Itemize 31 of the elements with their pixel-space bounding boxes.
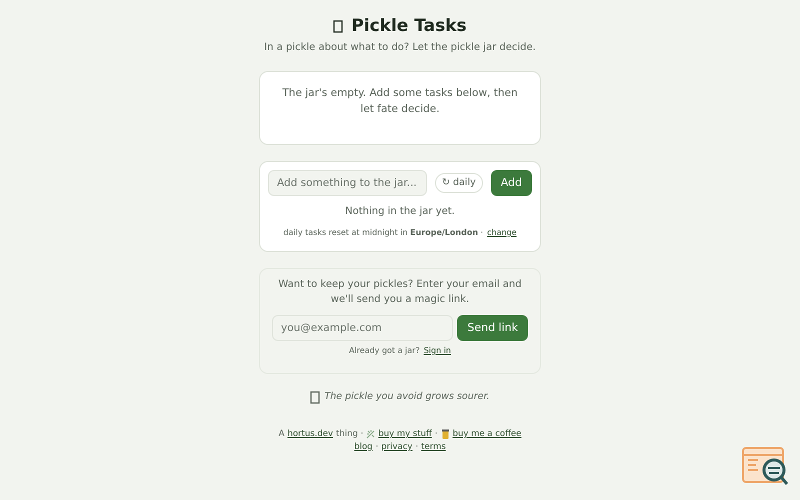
daily-toggle[interactable]: ↻ daily (434, 172, 483, 193)
sign-in-link[interactable]: Sign in (424, 344, 452, 357)
footer-link[interactable]: terms (421, 440, 446, 454)
empty-list-note: Nothing in the jar yet. (344, 204, 456, 219)
reset-note: daily tasks reset at midnight in Europe/London · (283, 226, 484, 239)
missing-glyph-icon (333, 20, 344, 33)
footer-link[interactable]: privacy (381, 440, 412, 454)
signin-prompt: Already got a jar? (348, 344, 420, 357)
change-link[interactable]: change (487, 226, 517, 239)
magnifier-window-icon[interactable] (742, 446, 790, 488)
app-title: Pickle Tasks (351, 16, 467, 36)
footer-link[interactable]: buy my stuff (378, 428, 432, 441)
tagline: In a pickle about what to do? Let the pickle jar decide. (263, 41, 537, 56)
cup-icon (440, 429, 450, 440)
footer-text: · (376, 440, 378, 454)
footer-text: · (434, 428, 438, 441)
missing-glyph-icon (310, 390, 320, 404)
footer-link[interactable]: buy me a coffee (452, 428, 522, 441)
quote: The pickle you avoid grows sourer. (324, 390, 490, 404)
footer-link[interactable]: blog (354, 440, 373, 454)
task-input[interactable]: Add something to the jar... (268, 170, 427, 196)
email-input[interactable]: you@example.com (272, 314, 454, 341)
sparkle-icon (366, 429, 376, 440)
signup-text: Want to keep your pickles? Enter your email and we'll send you a magic link. (277, 278, 523, 307)
footer-text: thing · (336, 428, 364, 441)
footer-text: · (415, 440, 418, 454)
empty-jar-message: The jar's empty. Add some tasks below, then let fate decide. (281, 86, 519, 118)
footer-link[interactable]: hortus.dev (287, 428, 334, 441)
add-button[interactable]: Add (490, 170, 532, 196)
footer-text: A (278, 428, 284, 441)
send-link-button[interactable]: Send link (457, 314, 528, 341)
